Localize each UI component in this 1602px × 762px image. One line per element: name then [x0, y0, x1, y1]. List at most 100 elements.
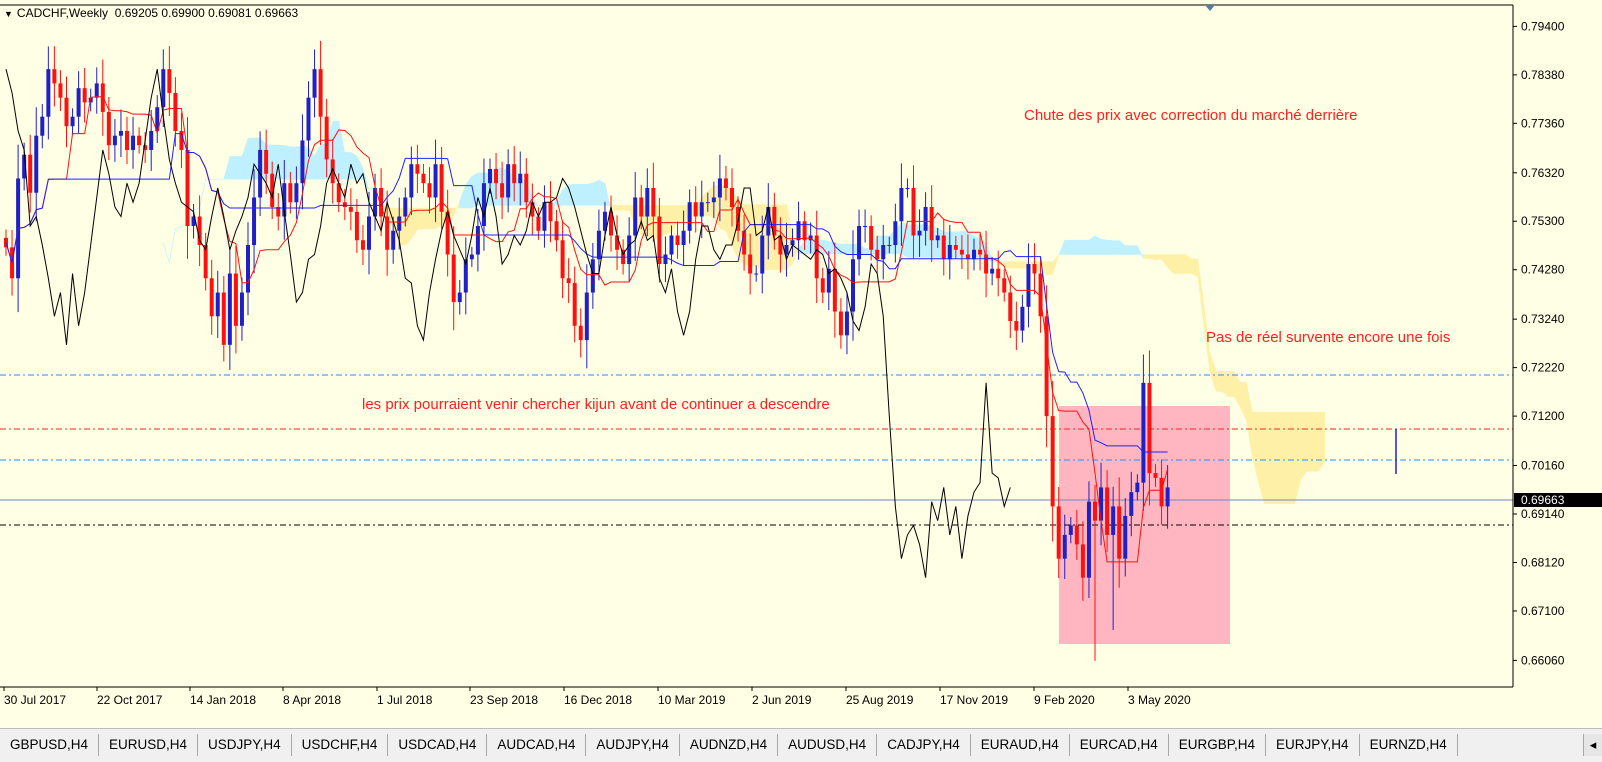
- candle-body: [1075, 525, 1079, 544]
- candle-body: [264, 150, 268, 174]
- candle-body: [1135, 483, 1139, 493]
- tab-usdjpy-h4[interactable]: USDJPY,H4: [198, 734, 292, 756]
- tab-usdchf-h4[interactable]: USDCHF,H4: [292, 734, 389, 756]
- chart-canvas[interactable]: 0.794000.783800.773600.763200.753000.742…: [0, 0, 1602, 728]
- tab-euraud-h4[interactable]: EURAUD,H4: [971, 734, 1070, 756]
- candle-body: [83, 88, 87, 102]
- tab-eurcad-h4[interactable]: EURCAD,H4: [1070, 734, 1169, 756]
- chart-window[interactable]: 0.794000.783800.773600.763200.753000.742…: [0, 0, 1602, 728]
- cloud-segment: [1137, 246, 1143, 259]
- time-tick-label: 14 Jan 2018: [190, 693, 256, 707]
- price-tick-label: 0.73240: [1521, 312, 1565, 326]
- tab-audjpy-h4[interactable]: AUDJPY,H4: [586, 734, 680, 756]
- tab-eurnzd-h4[interactable]: EURNZD,H4: [1360, 734, 1458, 756]
- candle-body: [1111, 506, 1115, 535]
- candle-body: [930, 207, 934, 240]
- price-tick-label: 0.75300: [1521, 214, 1565, 228]
- candle-body: [597, 231, 601, 260]
- cloud-segment: [345, 152, 351, 179]
- candle-body: [307, 98, 311, 141]
- cloud-segment: [1101, 239, 1107, 254]
- candle-body: [972, 250, 976, 260]
- collapse-triangle-icon[interactable]: ▼: [4, 9, 13, 19]
- candle-body: [40, 117, 44, 136]
- candle-body: [875, 250, 879, 260]
- candle-body: [391, 231, 395, 250]
- candle-body: [458, 293, 462, 303]
- candle-body: [754, 274, 758, 275]
- candle-body: [428, 183, 432, 197]
- candle-body: [440, 164, 444, 212]
- candle-body: [1147, 383, 1151, 473]
- candle-body: [954, 245, 958, 250]
- candle-body: [65, 98, 69, 127]
- cloud-segment: [1186, 255, 1192, 274]
- price-tick-label: 0.68120: [1521, 555, 1565, 569]
- tab-eurusd-h4[interactable]: EURUSD,H4: [99, 734, 198, 756]
- candle-body: [797, 221, 801, 240]
- candle-body: [567, 278, 571, 283]
- candle-body: [137, 136, 141, 146]
- candle-body: [58, 83, 62, 97]
- candle-body: [1063, 535, 1067, 559]
- tab-audcad-h4[interactable]: AUDCAD,H4: [487, 734, 586, 756]
- cloud-segment: [623, 205, 629, 210]
- time-tick-label: 1 Jul 2018: [377, 693, 433, 707]
- tab-usdcad-h4[interactable]: USDCAD,H4: [388, 734, 487, 756]
- tab-eurgbp-h4[interactable]: EURGBP,H4: [1169, 734, 1266, 756]
- cloud-segment: [617, 205, 623, 210]
- symbol-tab-bar: GBPUSD,H4EURUSD,H4USDJPY,H4USDCHF,H4USDC…: [0, 728, 1602, 762]
- candle-body: [518, 174, 522, 184]
- candle-body: [996, 269, 1000, 279]
- cloud-segment: [1240, 382, 1246, 419]
- symbol-name: CADCHF,Weekly: [17, 6, 108, 20]
- cloud-segment: [466, 176, 472, 208]
- cloud-segment: [1077, 240, 1083, 254]
- cloud-segment: [242, 138, 248, 179]
- cloud-segment: [169, 228, 175, 262]
- candle-body: [803, 221, 807, 240]
- candle-body: [1020, 307, 1024, 331]
- candle-body: [288, 183, 292, 202]
- candle-body: [34, 136, 38, 193]
- price-tick-label: 0.77360: [1521, 116, 1565, 130]
- time-tick-label: 25 Aug 2019: [846, 693, 914, 707]
- cloud-segment: [236, 156, 242, 179]
- cloud-segment: [1125, 246, 1131, 255]
- cloud-segment: [1283, 412, 1289, 504]
- candle-body: [990, 269, 994, 274]
- cloud-segment: [1143, 255, 1149, 259]
- cloud-segment: [423, 208, 429, 229]
- tab-eurjpy-h4[interactable]: EURJPY,H4: [1266, 734, 1360, 756]
- tab-audnzd-h4[interactable]: AUDNZD,H4: [680, 734, 778, 756]
- cloud-segment: [1168, 255, 1174, 274]
- candle-body: [131, 136, 135, 150]
- candle-body: [361, 240, 365, 250]
- candle-body: [706, 202, 710, 203]
- candle-body: [839, 312, 843, 336]
- tab-audusd-h4[interactable]: AUDUSD,H4: [778, 734, 877, 756]
- time-tick-label: 10 Mar 2019: [658, 693, 726, 707]
- cloud-segment: [224, 156, 230, 179]
- candle-body: [742, 231, 746, 255]
- candle-body: [748, 255, 752, 274]
- time-tick-label: 22 Oct 2017: [97, 693, 163, 707]
- candle-body: [561, 240, 565, 278]
- cloud-segment: [284, 145, 290, 179]
- candle-body: [482, 183, 486, 226]
- cloud-segment: [1162, 255, 1168, 268]
- cloud-segment: [1270, 412, 1276, 504]
- tab-scroll-right-icon[interactable]: ◂: [1583, 734, 1602, 756]
- tab-gbpusd-h4[interactable]: GBPUSD,H4: [0, 734, 99, 756]
- candle-body: [1093, 502, 1097, 521]
- candle-body: [488, 169, 492, 183]
- candle-body: [125, 131, 129, 150]
- candle-body: [71, 117, 75, 127]
- candle-body: [1051, 416, 1055, 506]
- candle-body: [506, 164, 510, 197]
- cloud-segment: [1252, 412, 1258, 482]
- candle-body: [887, 245, 891, 246]
- candle-body: [524, 174, 528, 203]
- tab-cadjpy-h4[interactable]: CADJPY,H4: [877, 734, 971, 756]
- candle-body: [403, 197, 407, 216]
